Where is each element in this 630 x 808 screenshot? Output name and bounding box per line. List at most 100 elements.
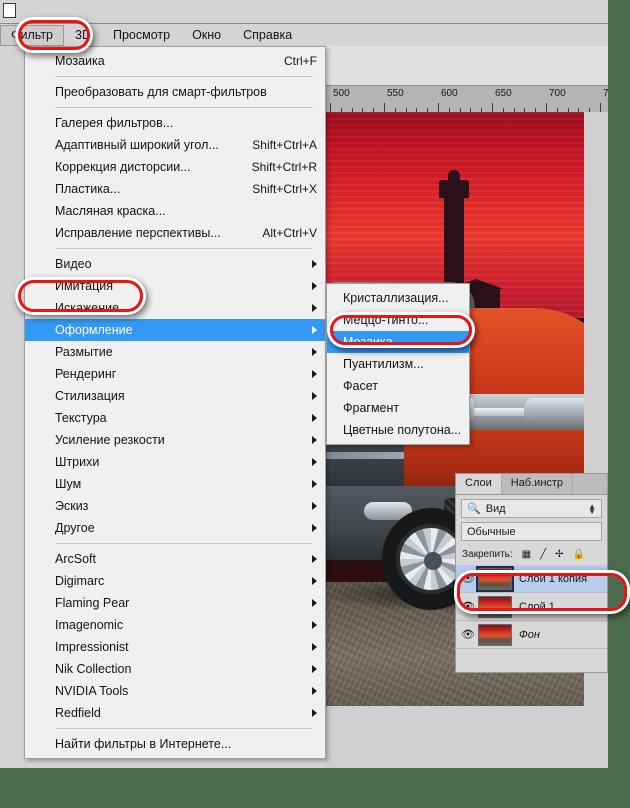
filter-menu-item[interactable]: Другое (25, 517, 325, 539)
ruler-label: 700 (549, 88, 566, 99)
layer-row[interactable]: 👁 Фон (456, 621, 607, 649)
submenu-item-label: Цветные полутона... (343, 423, 462, 437)
submenu-arrow-icon (312, 326, 317, 334)
submenu-item-label: Фасет (343, 379, 378, 393)
filter-menu-item[interactable]: Digimarc (25, 570, 325, 592)
filter-menu-item-label: Текстура (55, 411, 107, 425)
ruler-tick (330, 103, 331, 112)
filter-menu-item-label: Flaming Pear (55, 596, 130, 610)
submenu-item-label: Кристаллизация... (343, 291, 449, 305)
lock-label: Закрепить: (462, 548, 513, 560)
filter-menu-item[interactable]: Imagenomic (25, 614, 325, 636)
submenu-arrow-icon (312, 524, 317, 532)
filter-menu-item-label: Imagenomic (55, 618, 124, 632)
filter-menu-item[interactable]: Искажение (25, 297, 325, 319)
foreground-color-swatch[interactable] (3, 3, 16, 18)
filter-menu-item[interactable]: Масляная краска... (25, 200, 325, 222)
filter-menu-item[interactable]: Видео (25, 253, 325, 275)
blend-mode-row[interactable]: Обычные (461, 522, 602, 541)
filter-menu-item[interactable]: Рендеринг (25, 363, 325, 385)
eye-visibility-icon[interactable]: 👁 (458, 628, 478, 641)
submenu-item[interactable]: Фрагмент (327, 397, 469, 419)
filter-menu-item[interactable]: Найти фильтры в Интернете... (25, 733, 325, 755)
layer-name: Слой 1 копия (519, 572, 588, 585)
filter-menu-item[interactable]: Стилизация (25, 385, 325, 407)
filter-menu-item[interactable]: Impressionist (25, 636, 325, 658)
filter-menu-item[interactable]: Пластика... Shift+Ctrl+X (25, 178, 325, 200)
filter-menu-item[interactable]: Redfield (25, 702, 325, 724)
filter-menu-item[interactable]: Штрихи (25, 451, 325, 473)
chevron-updown-icon[interactable]: ▲ ▼ (588, 502, 596, 515)
filter-menu-item[interactable]: ArcSoft (25, 548, 325, 570)
panel-tab[interactable]: Наб.инстр (501, 474, 574, 494)
eye-visibility-icon[interactable]: 👁 (458, 572, 478, 585)
filter-menu-item-label: Nik Collection (55, 662, 132, 676)
submenu-item[interactable]: Цветные полутона... (327, 419, 469, 441)
layer-list: 👁 Слой 1 копия 👁 Слой 1 👁 Фон (456, 565, 607, 649)
filter-menu-item[interactable]: Усиление резкости (25, 429, 325, 451)
submenu-arrow-icon (312, 599, 317, 607)
filter-menu-item[interactable]: Мозаика Ctrl+F (25, 50, 325, 72)
submenu-item[interactable]: Фасет (327, 375, 469, 397)
filter-menu-item-label: Имитация (55, 279, 114, 293)
filter-menu-item[interactable]: Имитация (25, 275, 325, 297)
filter-menu-item-label: Масляная краска... (55, 204, 166, 218)
filter-menu-item[interactable]: Исправление перспективы... Alt+Ctrl+V (25, 222, 325, 244)
search-icon: 🔍 (467, 503, 481, 515)
filter-menu-item[interactable]: Шум (25, 473, 325, 495)
filter-menu-item[interactable]: NVIDIA Tools (25, 680, 325, 702)
submenu-item[interactable]: Кристаллизация... (327, 287, 469, 309)
filter-menu-item-shortcut: Shift+Ctrl+A (252, 138, 317, 152)
menubar-item-фильтр[interactable]: Фильтр (0, 24, 64, 46)
panel-tab[interactable]: Слои (456, 474, 502, 494)
submenu-item[interactable]: Меццо-тинто... (327, 309, 469, 331)
layer-row[interactable]: 👁 Слой 1 копия (456, 565, 607, 593)
submenu-item[interactable]: Пуантилизм... (327, 353, 469, 375)
menu-separator (55, 728, 313, 729)
filter-menu-item-label: Галерея фильтров... (55, 116, 174, 130)
filter-menu-item[interactable]: Оформление (25, 319, 325, 341)
submenu-arrow-icon (312, 621, 317, 629)
filter-menu-dropdown[interactable]: Мозаика Ctrl+F Преобразовать для смарт-фил… (24, 46, 326, 759)
move-lock-icon[interactable]: ✢ (555, 549, 563, 560)
filter-menu-item-label: Штрихи (55, 455, 100, 469)
transparency-lock-icon[interactable]: ▦ (522, 549, 531, 560)
filter-menu-item[interactable]: Flaming Pear (25, 592, 325, 614)
submenu-arrow-icon (312, 643, 317, 651)
filter-menu-item-label: Искажение (55, 301, 120, 315)
ruler-tick (384, 103, 385, 112)
filter-menu-item-shortcut: Ctrl+F (284, 54, 317, 68)
filter-menu-item-label: Размытие (55, 345, 113, 359)
layer-row[interactable]: 👁 Слой 1 (456, 593, 607, 621)
filter-menu-item[interactable]: Адаптивный широкий угол... Shift+Ctrl+A (25, 134, 325, 156)
submenu-item[interactable]: Мозаика... (327, 331, 469, 353)
filter-menu-item[interactable]: Эскиз (25, 495, 325, 517)
layer-filter-row[interactable]: 🔍 Вид ▲ ▼ (461, 499, 602, 518)
filter-menu-item-label: NVIDIA Tools (55, 684, 129, 698)
filter-menu-item[interactable]: Nik Collection (25, 658, 325, 680)
panel-tab-strip: Слои Наб.инстр (456, 474, 607, 495)
all-lock-icon[interactable]: 🔒 (573, 549, 585, 560)
submenu-item-label: Пуантилизм... (343, 357, 424, 371)
layers-panel[interactable]: Слои Наб.инстр 🔍 Вид ▲ ▼ Обычные Закрепить… (455, 473, 608, 673)
submenu-arrow-icon (312, 370, 317, 378)
filter-menu-item[interactable]: Преобразовать для смарт-фильтров (25, 81, 325, 103)
filter-menu-item-label: Оформление (55, 323, 133, 337)
oformlenie-submenu[interactable]: Кристаллизация... Меццо-тинто... Мозаика..… (326, 283, 470, 445)
filter-menu-item[interactable]: Галерея фильтров... (25, 112, 325, 134)
filter-menu-item[interactable]: Коррекция дисторсии... Shift+Ctrl+R (25, 156, 325, 178)
menubar-item-окно[interactable]: Окно (181, 25, 232, 46)
filter-menu-item-shortcut: Alt+Ctrl+V (262, 226, 317, 240)
filter-menu-item-shortcut: Shift+Ctrl+R (251, 160, 317, 174)
submenu-arrow-icon (312, 458, 317, 466)
menubar-item-справка[interactable]: Справка (232, 25, 303, 46)
eye-visibility-icon[interactable]: 👁 (458, 600, 478, 613)
menubar-item-3d[interactable]: 3D (64, 25, 102, 46)
menubar-item-просмотр[interactable]: Просмотр (102, 25, 181, 46)
filter-menu-item-label: Другое (55, 521, 95, 535)
filter-menu-item[interactable]: Текстура (25, 407, 325, 429)
filter-menu-item-label: Стилизация (55, 389, 125, 403)
brush-lock-icon[interactable]: ╱ (540, 549, 546, 560)
filter-menu-item[interactable]: Размытие (25, 341, 325, 363)
ruler-tick (492, 103, 493, 112)
